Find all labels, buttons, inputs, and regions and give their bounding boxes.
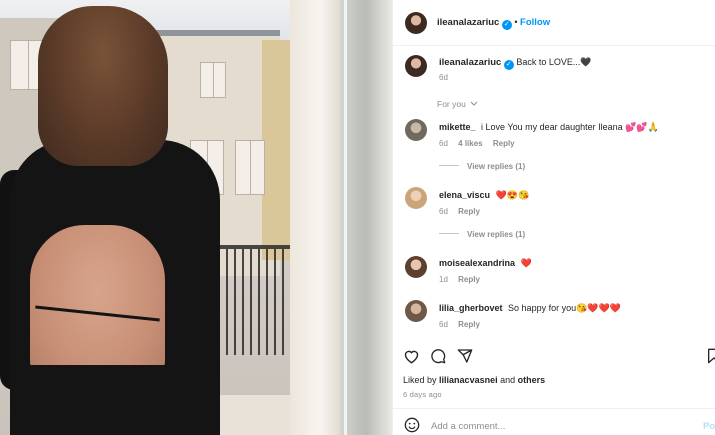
view-replies-button[interactable]: View replies (1) [439,162,525,171]
comment-meta: 6d Reply [439,207,480,216]
comment-meta: 1d Reply [439,275,480,284]
sort-label: For you [437,99,466,109]
view-replies-label: View replies (1) [467,162,526,171]
share-icon[interactable] [457,348,473,364]
post-image[interactable] [0,0,392,435]
post-side-panel: ileanalazariuc ✓ • Follow ileanalazariuc… [392,0,715,435]
likes-others-link[interactable]: others [518,375,546,385]
comment-time[interactable]: 6d [439,139,448,148]
comment-time[interactable]: 6d [439,320,448,329]
view-replies-button[interactable]: View replies (1) [439,230,525,239]
emoji-icon[interactable] [404,417,420,433]
separator-dot: • [514,17,518,27]
comment-likes[interactable]: 4 likes [458,139,482,148]
commenter-username[interactable]: lilia_gherbovet [439,303,503,313]
caption: ileanalazariuc ✓ Back to LOVE...🖤 [439,57,592,70]
chevron-down-icon [470,99,478,109]
comment-text: i Love You my dear daughter Ileana 💕💕🙏 [481,122,659,132]
reply-button[interactable]: Reply [458,207,480,216]
caption-time[interactable]: 6d [439,73,448,82]
comment-body: mikette_ i Love You my dear daughter Ile… [439,122,659,133]
comment-input[interactable]: Add a comment... [431,421,505,432]
comment-text: ❤️😍😘 [495,190,530,200]
post-header: ileanalazariuc ✓ • Follow [393,0,715,46]
comment-text: ❤️ [520,258,532,268]
caption-author-username[interactable]: ileanalazariuc [439,57,501,68]
commenter-avatar[interactable] [405,187,427,209]
likes-and: and [500,375,516,385]
commenter-username[interactable]: moisealexandrina [439,258,515,268]
reply-button[interactable]: Reply [493,139,515,148]
author-username[interactable]: ileanalazariuc [437,17,499,28]
heart-icon[interactable] [403,348,420,364]
likes-prefix: Liked by [403,375,437,385]
post-actions-bar [393,340,715,370]
comment-body: moisealexandrina ❤️ [439,258,532,269]
author-avatar[interactable] [405,12,427,34]
reply-button[interactable]: Reply [458,275,480,284]
window-frame [290,0,340,435]
post-comment-button[interactable]: Po [703,421,715,432]
verified-badge-icon: ✓ [503,60,514,70]
comment-meta: 6d Reply [439,320,480,329]
replies-divider [439,165,459,166]
commenter-username[interactable]: mikette_ [439,122,476,132]
caption-author-avatar[interactable] [405,55,427,77]
likes-summary: Liked by lilianacvasnei and others [403,375,545,385]
comment-time[interactable]: 1d [439,275,448,284]
reply-button[interactable]: Reply [458,320,480,329]
comment-time[interactable]: 6d [439,207,448,216]
commenter-avatar[interactable] [405,119,427,141]
commenter-username[interactable]: elena_viscu [439,190,490,200]
replies-divider [439,233,459,234]
building-window [235,140,265,195]
window-pane [340,0,392,435]
person-skirt [10,365,220,435]
building-window [200,62,226,98]
header-row: ileanalazariuc ✓ • Follow [437,17,550,30]
commenter-avatar[interactable] [405,256,427,278]
caption-text: Back to LOVE...🖤 [516,57,592,67]
comment-meta: 6d 4 likes Reply [439,139,515,148]
comment-sort-dropdown[interactable]: For you [437,99,478,109]
person-hair [38,6,168,166]
verified-badge-icon: ✓ [501,20,512,30]
post-date[interactable]: 6 days ago [403,390,442,399]
follow-button[interactable]: Follow [520,17,550,28]
liked-by-user[interactable]: lilianacvasnei [439,375,498,385]
bookmark-icon[interactable] [707,348,715,364]
comment-body: lilia_gherbovet So happy for you😘❤️❤️❤️ [439,303,621,314]
view-replies-label: View replies (1) [467,230,526,239]
comment-body: elena_viscu ❤️😍😘 [439,190,529,201]
comment-icon[interactable] [430,348,446,364]
commenter-avatar[interactable] [405,300,427,322]
comment-text: So happy for you😘❤️❤️❤️ [508,303,621,313]
comment-composer: Add a comment... Po [393,408,715,435]
